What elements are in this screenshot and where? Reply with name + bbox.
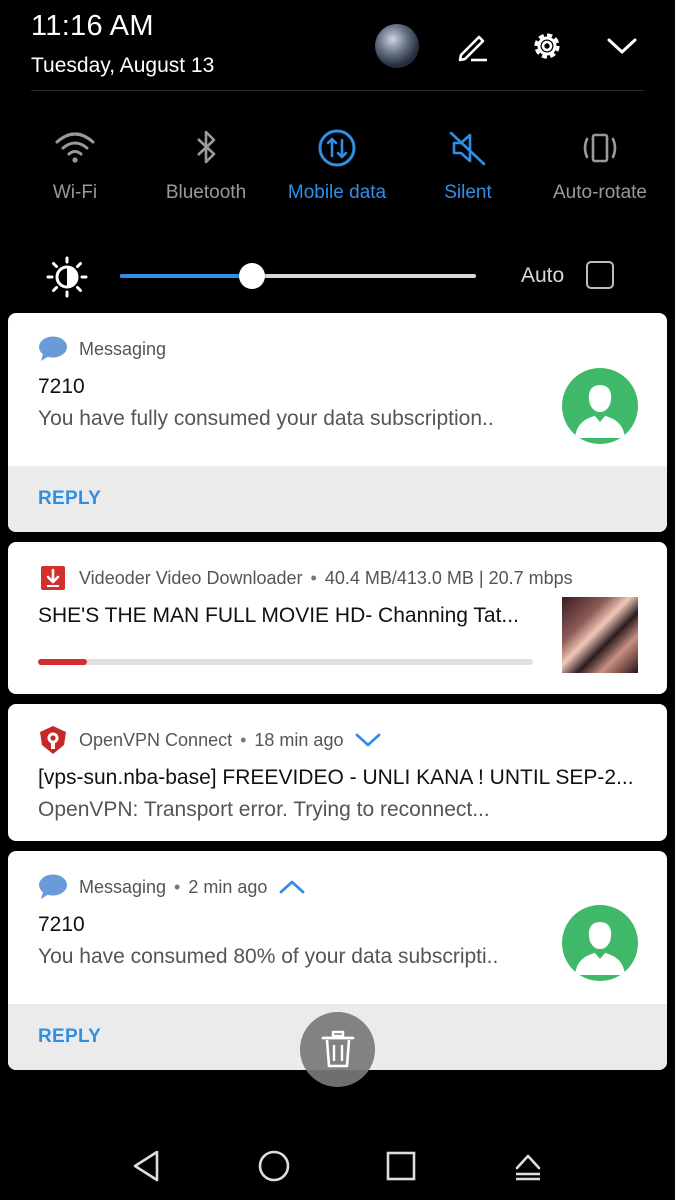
brightness-icon xyxy=(46,256,88,298)
toggle-mobile-data[interactable]: Mobile data xyxy=(271,118,403,204)
brightness-slider-fill xyxy=(120,274,252,278)
recents-button[interactable] xyxy=(381,1146,421,1186)
app-name: Messaging xyxy=(79,338,167,359)
toggle-label: Auto-rotate xyxy=(553,182,647,203)
messaging-icon xyxy=(38,873,68,901)
separator-dot: • xyxy=(174,876,181,897)
contact-avatar xyxy=(562,368,638,444)
notification-header: 11:16 AM Tuesday, August 13 xyxy=(0,0,675,90)
notification-pull-button[interactable] xyxy=(508,1146,548,1186)
messaging-icon xyxy=(38,335,68,363)
toggle-wifi[interactable]: Wi-Fi xyxy=(9,118,141,204)
reply-button[interactable]: REPLY xyxy=(38,1026,101,1048)
bluetooth-icon xyxy=(140,118,272,178)
video-thumbnail xyxy=(562,597,638,673)
toggle-silent[interactable]: Silent xyxy=(402,118,534,204)
chevron-down-icon[interactable] xyxy=(600,24,644,68)
clock-date: Tuesday, August 13 xyxy=(31,54,215,77)
notification-messaging-1[interactable]: Messaging 7210 You have fully consumed y… xyxy=(8,313,667,532)
brightness-slider[interactable] xyxy=(120,263,476,289)
notification-header: Messaging • 2 min ago xyxy=(38,873,305,901)
toggle-label: Bluetooth xyxy=(165,182,247,203)
app-name: Messaging xyxy=(79,876,167,897)
app-name: Videoder Video Downloader xyxy=(79,567,303,588)
notification-header: Messaging xyxy=(38,335,166,363)
auto-brightness-label: Auto xyxy=(521,264,565,287)
download-progress-fill xyxy=(38,659,87,665)
toggle-label: Mobile data xyxy=(287,182,387,203)
notification-header: Videoder Video Downloader • 40.4 MB/413.… xyxy=(38,564,573,592)
notification-openvpn[interactable]: OpenVPN Connect • 18 min ago [vps-sun.nb… xyxy=(8,704,667,841)
home-button[interactable] xyxy=(254,1146,294,1186)
notification-header: OpenVPN Connect • 18 min ago xyxy=(38,726,381,754)
notification-time: 18 min ago xyxy=(254,729,344,750)
swipe-up-icon xyxy=(515,1154,541,1181)
notification-title: 7210 xyxy=(38,375,85,398)
recents-icon xyxy=(386,1151,416,1181)
brightness-row: Auto xyxy=(0,250,675,302)
notification-title: SHE'S THE MAN FULL MOVIE HD- Channing Ta… xyxy=(38,604,519,627)
notification-text: OpenVPN: Transport error. Trying to reco… xyxy=(38,798,490,821)
app-name: OpenVPN Connect xyxy=(79,729,233,750)
separator-dot: • xyxy=(240,729,247,750)
auto-rotate-icon xyxy=(534,118,666,178)
toggle-bluetooth[interactable]: Bluetooth xyxy=(140,118,272,204)
toggle-label: Silent xyxy=(444,182,492,203)
download-progress xyxy=(38,659,533,665)
notification-actions: REPLY xyxy=(8,466,667,532)
notification-title: 7210 xyxy=(38,913,85,936)
toggle-label: Wi-Fi xyxy=(52,182,98,203)
notification-videoder[interactable]: Videoder Video Downloader • 40.4 MB/413.… xyxy=(8,542,667,694)
notification-text: You have consumed 80% of your data subsc… xyxy=(38,945,499,968)
notification-time: 2 min ago xyxy=(188,876,268,897)
back-icon xyxy=(133,1150,159,1182)
mobile-data-icon xyxy=(271,118,403,178)
clock-time: 11:16 AM xyxy=(31,10,154,42)
openvpn-icon xyxy=(38,726,68,754)
header-divider xyxy=(31,90,644,91)
clear-all-button[interactable] xyxy=(300,1012,375,1087)
separator-dot: • xyxy=(310,567,317,588)
home-icon xyxy=(258,1150,290,1182)
brightness-slider-thumb[interactable] xyxy=(238,263,265,289)
edit-icon[interactable] xyxy=(450,24,494,68)
collapse-chevron-icon[interactable] xyxy=(279,878,305,896)
back-button[interactable] xyxy=(126,1146,166,1186)
reply-button[interactable]: REPLY xyxy=(38,488,101,510)
profile-avatar[interactable] xyxy=(375,24,419,68)
navigation-bar xyxy=(0,1130,675,1200)
toggle-auto-rotate[interactable]: Auto-rotate xyxy=(534,118,666,204)
wifi-icon xyxy=(9,118,141,178)
expand-chevron-icon[interactable] xyxy=(355,731,381,749)
auto-brightness-checkbox[interactable] xyxy=(586,261,614,289)
contact-avatar xyxy=(562,905,638,981)
trash-icon xyxy=(321,1030,354,1067)
silent-icon xyxy=(402,118,534,178)
quick-settings-toggles: Wi-Fi Bluetooth Mobile data Silent Auto-… xyxy=(0,118,675,218)
download-icon xyxy=(38,564,68,592)
download-stats: 40.4 MB/413.0 MB | 20.7 mbps xyxy=(324,567,573,588)
notification-text: You have fully consumed your data subscr… xyxy=(38,407,494,430)
notification-title: [vps-sun.nba-base] FREEVIDEO - UNLI KANA… xyxy=(38,766,634,789)
gear-icon[interactable] xyxy=(525,24,569,68)
